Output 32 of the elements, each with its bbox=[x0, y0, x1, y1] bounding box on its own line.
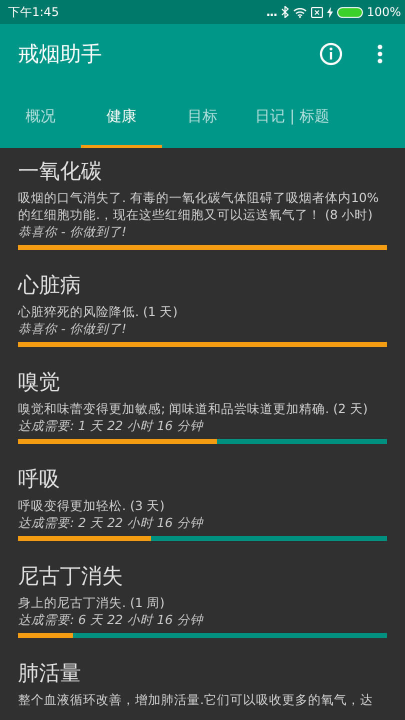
status-time: 下午1:45 bbox=[8, 4, 59, 20]
battery-icon bbox=[336, 6, 363, 18]
milestone-title: 肺活量 bbox=[18, 660, 82, 687]
charging-icon bbox=[326, 6, 333, 18]
notification-dots: ... bbox=[266, 5, 277, 19]
tab[interactable]: 目标 bbox=[162, 84, 243, 148]
tab[interactable]: 概况 bbox=[0, 84, 81, 148]
sim-icon bbox=[310, 6, 323, 18]
milestone-title: 心脏病 bbox=[18, 272, 82, 299]
app-title: 戒烟助手 bbox=[18, 41, 103, 68]
milestone-status: 恭喜你 - 你做到了! bbox=[18, 223, 128, 241]
battery-percent: 100% bbox=[366, 5, 401, 19]
more-icon[interactable] bbox=[377, 44, 383, 64]
tab[interactable]: 健康 bbox=[81, 84, 162, 148]
milestone-description: 整个血液循环改善，增加肺活量.它们可以吸收更多的氧气，达 bbox=[18, 691, 374, 708]
milestone-title: 尼古丁消失 bbox=[18, 563, 124, 590]
milestone-status: 达成需要: 2 天 22 小时 16 分钟 bbox=[18, 514, 204, 532]
milestone-title: 呼吸 bbox=[18, 466, 61, 493]
bluetooth-icon bbox=[280, 6, 289, 18]
milestone-title: 一氧化碳 bbox=[18, 158, 103, 185]
milestone-description: 心脏猝死的风险降低. (1 天) bbox=[18, 303, 179, 320]
milestone-title: 嗅觉 bbox=[18, 369, 61, 396]
tab[interactable]: 日记 | 标题 bbox=[243, 84, 342, 148]
info-icon[interactable] bbox=[319, 42, 343, 66]
milestone-description: 呼吸变得更加轻松. (3 天) bbox=[18, 497, 166, 514]
milestone-status: 达成需要: 6 天 22 小时 16 分钟 bbox=[18, 611, 204, 629]
milestone-description: 嗅觉和味蕾变得更加敏感; 闻味道和品尝味道更加精确. (2 天) bbox=[18, 400, 369, 417]
milestone-description: 身上的尼古丁消失. (1 周) bbox=[18, 594, 166, 611]
milestone-status: 恭喜你 - 你做到了! bbox=[18, 320, 128, 338]
milestone-status: 达成需要: 1 天 22 小时 16 分钟 bbox=[18, 417, 204, 435]
milestone-description: 吸烟的口气消失了. 有毒的一氧化碳气体阻碍了吸烟者体内10%的红细胞功能.，现在这些红细胞又可以运送氧气了！ (8 小时) bbox=[18, 189, 380, 223]
wifi-icon bbox=[292, 6, 307, 18]
